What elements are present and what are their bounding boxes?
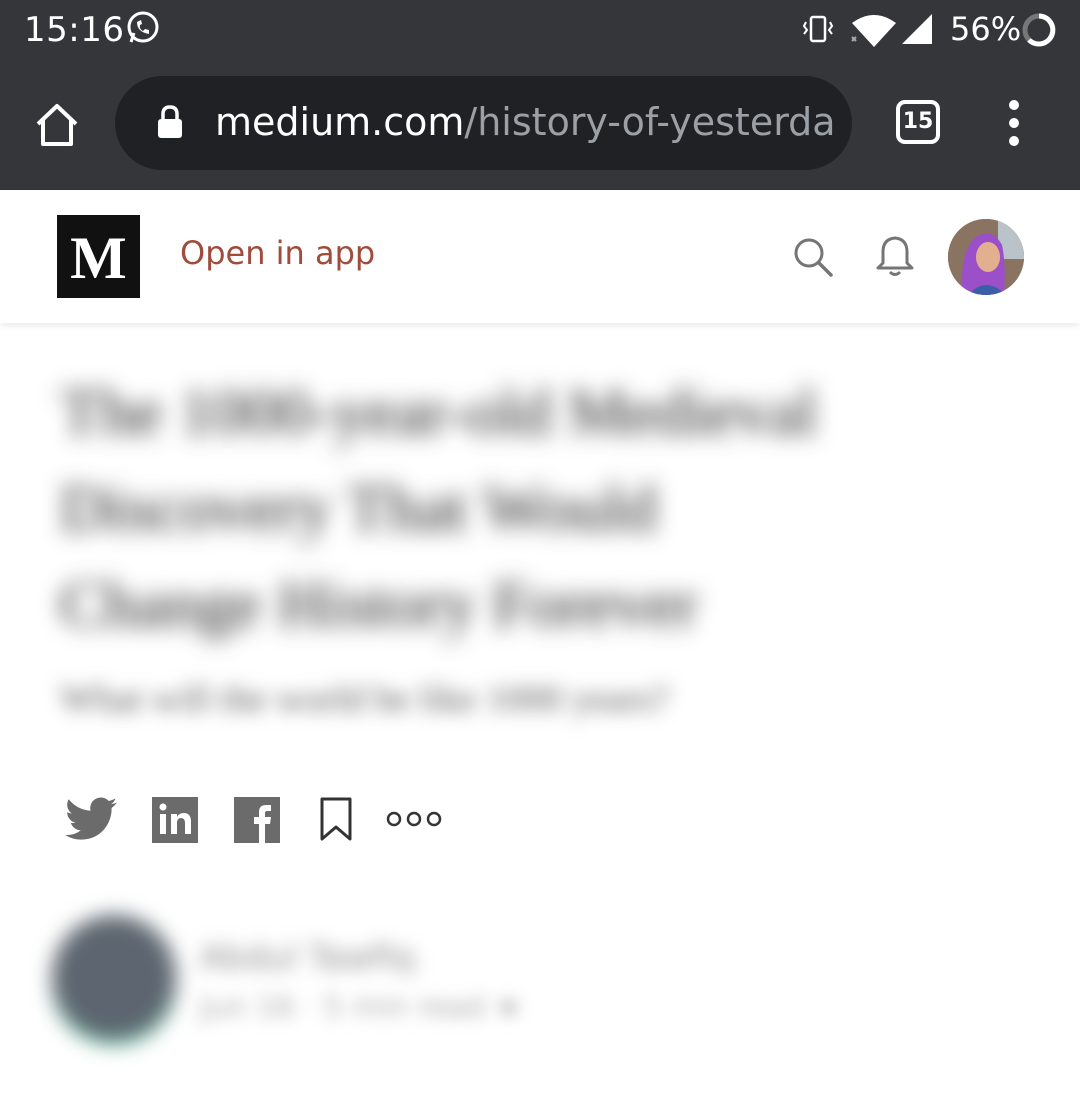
overflow-menu-icon[interactable] [1000, 100, 1028, 148]
url-path: /history-of-yesterday/hc [464, 100, 835, 144]
article-title-line: Change History Forever [60, 568, 698, 641]
tab-switcher-button[interactable]: 15 [896, 100, 940, 144]
browser-toolbar: medium.com/history-of-yesterday/hc 15 [0, 60, 1080, 190]
battery-percent: 56% [950, 10, 1022, 48]
search-icon[interactable] [792, 236, 834, 278]
url-domain: medium.com [215, 100, 465, 144]
status-bar: 15:16 56% [0, 0, 1080, 60]
open-in-app-link[interactable]: Open in app [180, 234, 375, 272]
address-bar[interactable]: medium.com/history-of-yesterday/hc [115, 76, 852, 170]
user-avatar[interactable] [948, 219, 1024, 295]
author-name[interactable]: Abdul Tawfiq [200, 938, 415, 978]
article: The 1000-year-old Medieval Discovery Tha… [0, 323, 1080, 1118]
battery-ring-icon [1022, 13, 1056, 47]
twitter-icon[interactable] [65, 797, 117, 841]
author-avatar[interactable] [52, 915, 176, 1039]
article-title-line: The 1000-year-old Medieval [60, 376, 818, 449]
notifications-bell-icon[interactable] [874, 234, 916, 278]
medium-logo[interactable]: M [57, 215, 140, 298]
lock-icon [158, 105, 182, 138]
article-title-line: Discovery That Would [60, 472, 658, 545]
cell-signal-icon [902, 14, 932, 44]
vibrate-icon [802, 15, 834, 43]
more-icon[interactable] [386, 809, 442, 829]
linkedin-icon[interactable] [152, 797, 198, 843]
article-subtitle: What will the world be like 1000 years? [60, 678, 669, 720]
home-icon[interactable] [32, 100, 82, 150]
wifi-icon [851, 15, 896, 47]
article-meta: Jun 16 · 5 min read ★ [200, 990, 522, 1025]
bookmark-icon[interactable] [319, 797, 353, 843]
url-text[interactable]: medium.com/history-of-yesterday/hc [215, 100, 835, 144]
facebook-icon[interactable] [234, 797, 280, 843]
status-time: 15:16 [24, 10, 125, 50]
whatsapp-icon [127, 11, 159, 43]
medium-header: M Open in app [0, 190, 1080, 323]
